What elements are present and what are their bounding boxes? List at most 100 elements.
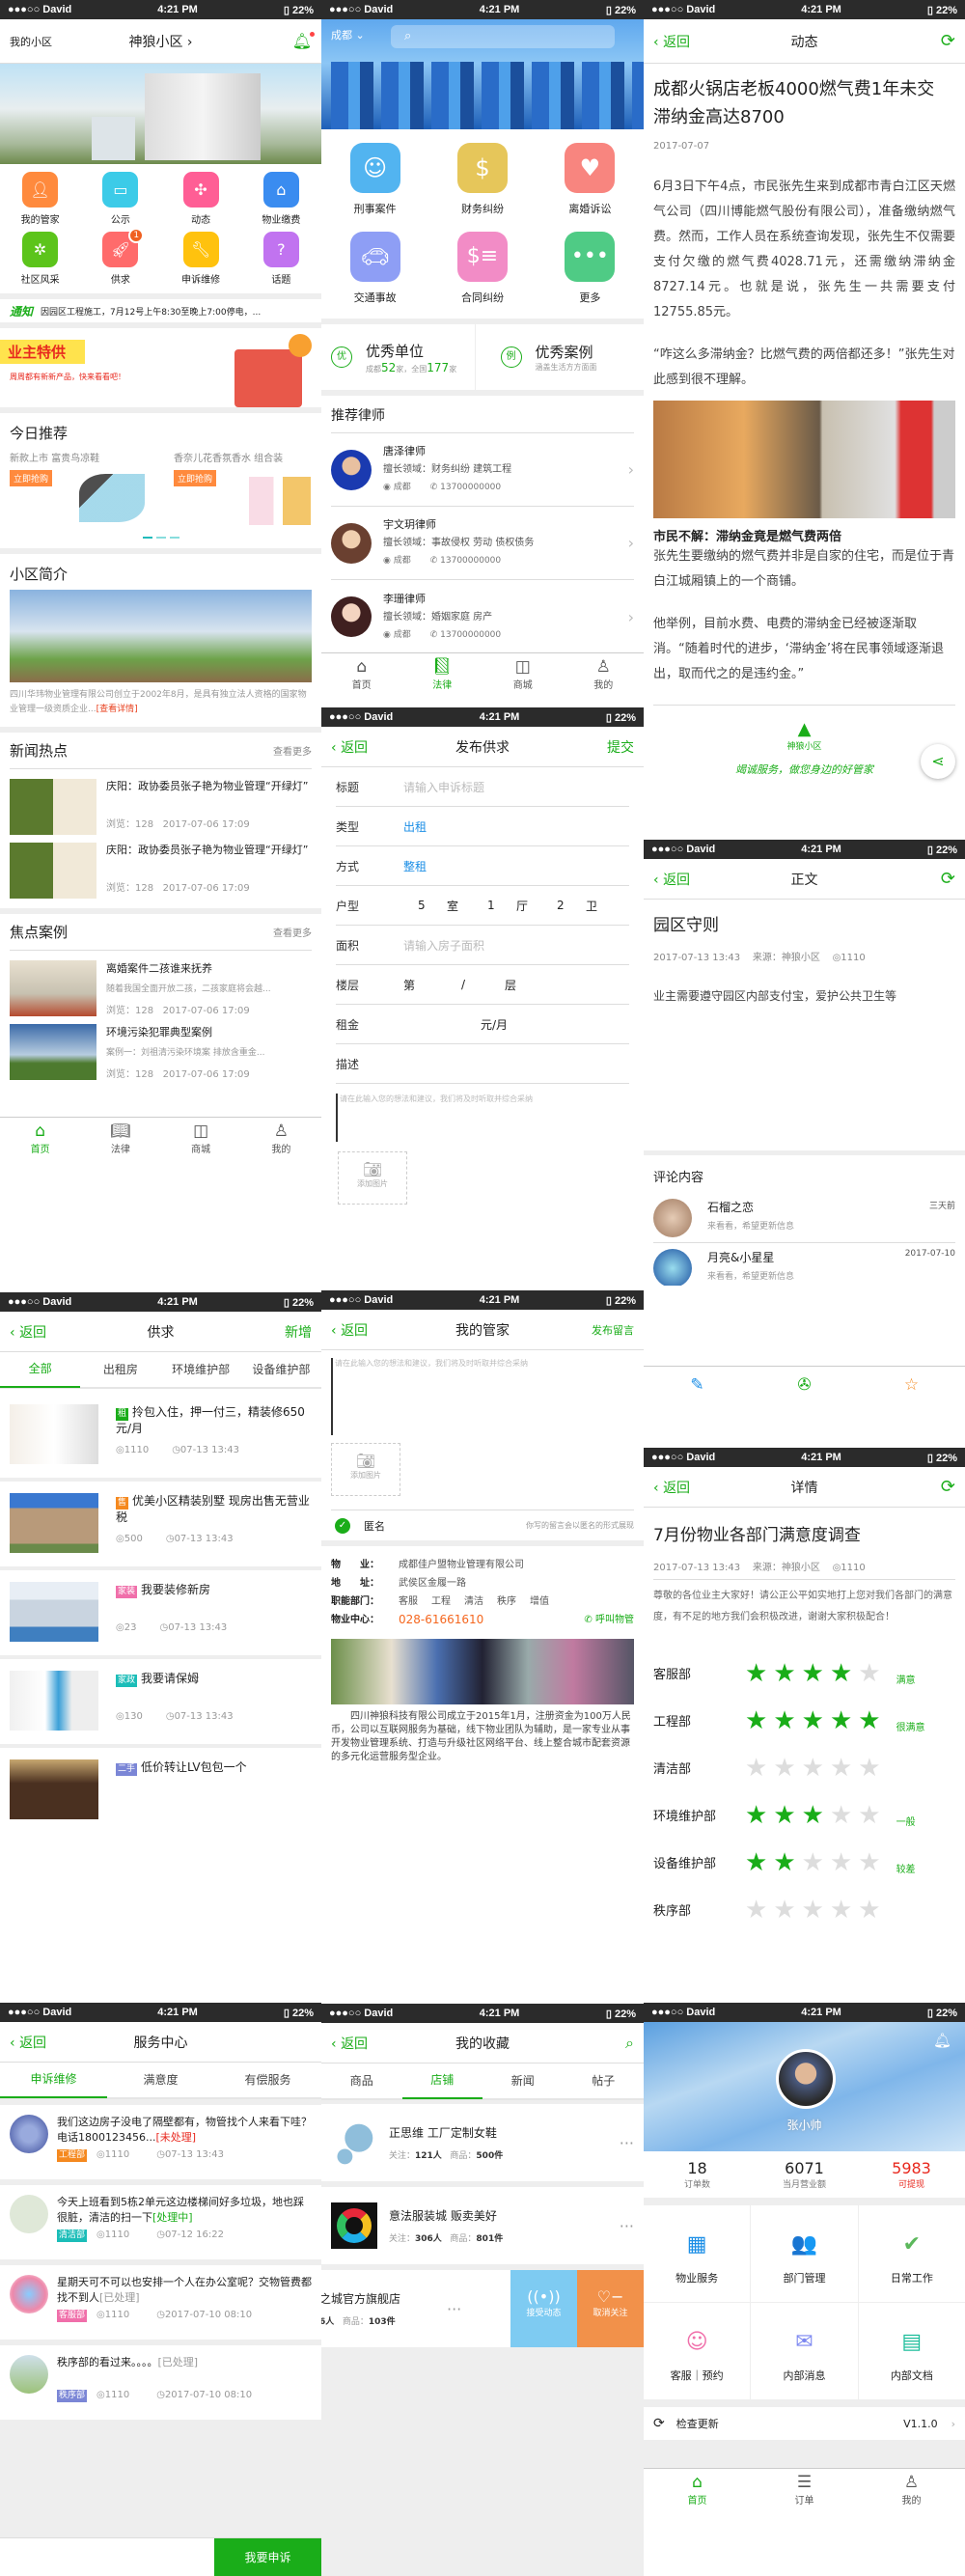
back-button[interactable]: ‹ 返回 [653,1478,690,1497]
tab-goods[interactable]: 商品 [321,2064,402,2098]
star-icon[interactable]: ★ [858,1756,880,1781]
star-favorite-icon[interactable]: ☆ [858,1375,965,1395]
type-field[interactable]: 类型 出租 [336,807,629,846]
more-button[interactable]: ··· [447,2300,461,2318]
tab-law[interactable]: 📗︎ 法律 [402,653,483,697]
tab-shops[interactable]: 店铺 [401,2063,482,2099]
feature-topics[interactable]: ? 话题 [241,232,321,286]
rent-field[interactable]: 租金 元/月 [336,1005,629,1044]
more-button[interactable]: ··· [620,2217,634,2235]
tab-mine[interactable]: ♙ 我的 [241,1118,321,1161]
function-tile[interactable]: ☺ 客服｜预约 [644,2303,751,2399]
star-icon[interactable]: ★ [802,1661,824,1686]
star-icon[interactable]: ★ [745,1661,767,1686]
star-icon[interactable]: ★ [802,1897,824,1923]
star-icon[interactable]: ★ [745,1756,767,1781]
supply-item[interactable]: 二手 低价转让LV包包一个 [0,1748,321,1833]
supply-item[interactable]: 租拎包入住，押一付三，精装修650元/月 ◎1110 ◷07-13 13:43 [0,1393,321,1478]
mode-field[interactable]: 方式 整租 [336,846,629,886]
shop-item[interactable]: 意法服装城 贩卖美好 关注：306人 商品：801件 ··· [321,2187,644,2264]
category-criminal[interactable]: ☺ 刑事案件 [321,143,428,216]
tab-news[interactable]: 新闻 [482,2064,564,2098]
tab-mall[interactable]: ◫ 商城 [161,1118,241,1161]
back-button[interactable]: ‹ 返回 [331,1320,368,1340]
refresh-icon[interactable]: ⟳ [941,31,955,51]
star-icon[interactable]: ★ [745,1850,767,1875]
halls-input[interactable]: 1 [487,899,516,912]
area-field[interactable]: 面积 请输入房子面积 [336,926,629,965]
supply-item[interactable]: 售优美小区精装别墅 现房出售无营业税 ◎500 ◷07-13 13:43 [0,1482,321,1566]
function-tile[interactable]: ▦ 物业服务 [644,2205,751,2302]
feature-my-butler[interactable]: 👤︎ 我的管家 [0,172,80,226]
star-icon[interactable]: ★ [858,1708,880,1733]
shop-item-swiped[interactable]: 之城官方旗舰店 6人 商品：103件 ··· ((•)) 接受动态 ♡− 取消关注 [321,2270,644,2347]
owner-special-ad[interactable]: 业主特供 周周都有新新产品，快来看看吧！ [0,328,321,407]
tab-orders[interactable]: ☰ 订单 [751,2469,858,2507]
receive-updates-button[interactable]: ((•)) 接受动态 [510,2270,577,2347]
description-textarea[interactable]: 请在此输入您的想法和建议，我们将及时听取并综合采纳 [336,1094,629,1142]
feature-community[interactable]: ✲ 社区风采 [0,232,80,286]
star-icon[interactable]: ★ [773,1897,795,1923]
submit-button[interactable]: 提交 [607,737,634,757]
news-item[interactable]: 庆阳：政协委员张子艳为物业管理“开绿灯” 浏览：128 2017-07-06 17… [0,769,321,839]
add-button[interactable]: 新增 [285,1322,312,1342]
back-button[interactable]: ‹ 返回 [10,2033,46,2052]
star-rating[interactable]: ★ ★ ★ ★ ★ [745,1897,887,1923]
type-select[interactable]: 出租 [403,818,427,835]
tab-mall[interactable]: ◫ 商城 [482,653,564,697]
tab-equipment[interactable]: 设备维护部 [241,1352,321,1387]
phone-number[interactable]: 028-61661610 [399,1611,584,1629]
tab-satisfaction[interactable]: 满意度 [107,2063,214,2097]
case-item[interactable]: 离婚案件二孩谁来抚养 随着我国全面开放二孩，二孩家庭将会越... 浏览：128 20… [0,951,321,1020]
rooms-input[interactable]: 5 [418,899,447,912]
star-icon[interactable]: ★ [830,1803,852,1828]
title-field[interactable]: 标题 请输入申诉标题 [336,767,629,807]
star-icon[interactable]: ★ [830,1897,852,1923]
star-icon[interactable]: ★ [830,1661,852,1686]
star-rating[interactable]: ★ ★ ★ ★ ★ [745,1850,887,1875]
refresh-icon[interactable]: ⟳ [941,1477,955,1497]
complaint-item[interactable]: 今天上班看到5栋2单元这边楼梯间好多垃圾，地也踩很脏，清洁的扫一下[处理中] 清洁… [0,2185,321,2259]
message-textarea[interactable]: 请在此输入您的想法和建议，我们将及时听取并综合采纳 [331,1358,634,1435]
star-icon[interactable]: ★ [830,1850,852,1875]
user-avatar[interactable] [776,2049,836,2109]
mode-select[interactable]: 整租 [403,858,427,874]
function-tile[interactable]: ✉ 内部消息 [751,2303,858,2399]
product-card[interactable]: 新款上市 富贵鸟凉鞋 立即抢购 [10,450,154,522]
view-more-link[interactable]: 查看更多 [273,925,312,939]
excellent-units-card[interactable]: 优 优秀单位 成都52家，全国177家 [321,324,476,390]
buy-now-button[interactable]: 立即抢购 [10,470,53,486]
lawyer-phone[interactable]: 13700000000 [440,630,501,640]
lawyer-phone[interactable]: 13700000000 [440,556,501,566]
star-rating[interactable]: ★ ★ ★ ★ ★ [745,1803,887,1828]
back-button[interactable]: ‹ 返回 [653,870,690,889]
city-selector[interactable]: 成都 ⌄ [331,27,365,42]
feature-fees[interactable]: ⌂ 物业缴费 [241,172,321,226]
unfollow-button[interactable]: ♡− 取消关注 [577,2270,644,2347]
star-icon[interactable]: ★ [773,1756,795,1781]
stat-orders[interactable]: 18 订单数 [644,2159,751,2190]
tab-environment[interactable]: 环境维护部 [161,1352,241,1387]
star-icon[interactable]: ★ [858,1803,880,1828]
post-message-button[interactable]: 发布留言 [592,1322,634,1338]
star-icon[interactable]: ★ [830,1756,852,1781]
stat-withdrawable[interactable]: 5983 可提现 [858,2159,965,2190]
area-input[interactable]: 请输入房子面积 [403,937,484,954]
feature-news[interactable]: ✣ 动态 [161,172,241,226]
star-icon[interactable]: ★ [745,1897,767,1923]
category-contract[interactable]: $≡ 合同纠纷 [428,232,536,305]
title-input[interactable]: 请输入申诉标题 [403,779,484,795]
star-rating[interactable]: ★ ★ ★ ★ ★ [745,1756,887,1781]
supply-item[interactable]: 家政 我要请保姆 ◎130 ◷07-13 13:43 [0,1659,321,1744]
star-icon[interactable]: ★ [858,1661,880,1686]
check-update-row[interactable]: ⟳ 检查更新 V1.1.0 › [644,2407,965,2440]
tab-home[interactable]: ⌂ 首页 [321,653,402,697]
star-icon[interactable]: ★ [802,1708,824,1733]
back-button[interactable]: ‹ 返回 [331,2034,368,2053]
function-tile[interactable]: ✔ 日常工作 [858,2205,965,2302]
star-icon[interactable]: ★ [858,1850,880,1875]
product-card[interactable]: 香奈儿花香氛香水 组合装 立即抢购 [174,450,318,525]
stat-revenue[interactable]: 6071 当月营业额 [751,2159,858,2190]
lawyer-phone[interactable]: 13700000000 [440,483,501,492]
search-input[interactable]: ⌕ [391,25,615,48]
